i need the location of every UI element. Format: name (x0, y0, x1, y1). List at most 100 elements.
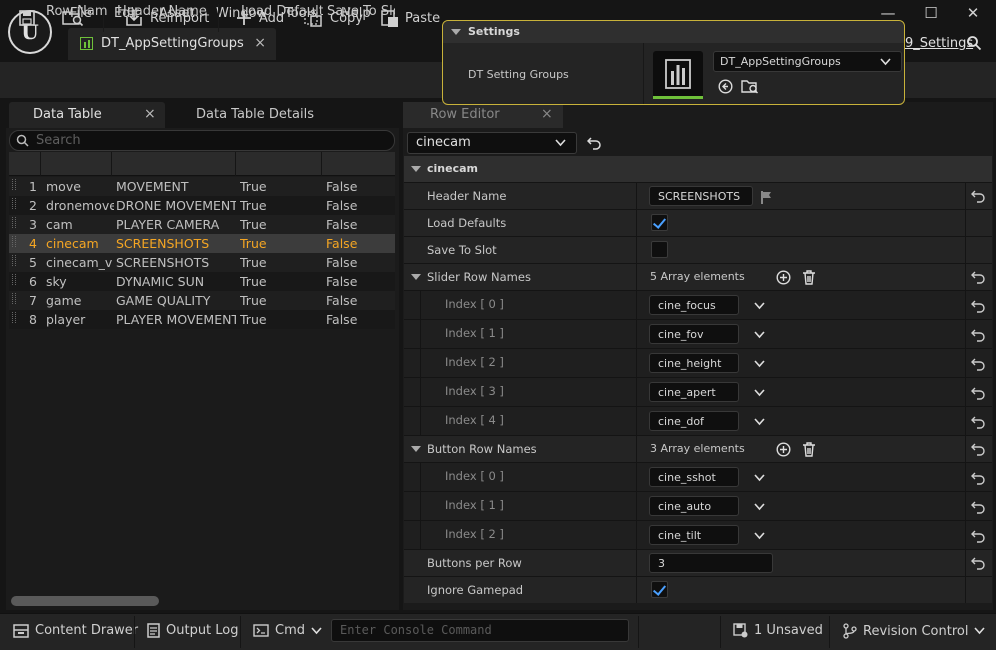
column-header-row-name[interactable]: Row Name (46, 4, 108, 19)
header-name-cell: DRONE MOVEMENT (116, 198, 236, 213)
array-element-input[interactable]: cine_dof (649, 411, 739, 431)
array-element-input[interactable]: cine_height (649, 353, 739, 373)
tab-data-table[interactable]: Data Table × (9, 102, 165, 128)
header-name-cell: GAME QUALITY (116, 293, 211, 308)
settings-header[interactable]: Settings (443, 21, 904, 43)
horizontal-scrollbar[interactable] (11, 596, 159, 606)
reset-icon (971, 271, 985, 284)
column-header-save-to-slot[interactable]: Save To Slo (327, 4, 395, 19)
section-header-cinecam[interactable]: cinecam (404, 156, 992, 182)
collapse-arrow-icon[interactable] (411, 274, 421, 280)
table-row[interactable]: 7 game GAME QUALITY True False (9, 291, 395, 310)
reset-icon[interactable] (971, 471, 985, 485)
table-row[interactable]: 4 cinecam SCREENSHOTS True False (9, 234, 395, 253)
table-row[interactable]: 3 cam PLAYER CAMERA True False (9, 215, 395, 234)
row-select-dropdown[interactable]: cinecam (407, 132, 577, 154)
asset-picker-dropdown[interactable]: DT_AppSettingGroups (713, 51, 902, 72)
paste-label: Paste (405, 10, 441, 26)
column-header-load-defaults[interactable]: Load Defaults (241, 4, 323, 19)
column-divider[interactable] (321, 152, 322, 176)
use-selected-asset-icon[interactable] (718, 79, 733, 94)
terminal-icon (253, 624, 269, 637)
chevron-down-icon[interactable] (754, 532, 765, 540)
console-command-input[interactable]: Enter Console Command (331, 619, 629, 642)
collapse-arrow-icon[interactable] (451, 29, 461, 35)
array-element: Index [ 3 ] cine_apert (404, 377, 992, 406)
array-element-input[interactable]: cine_fov (649, 324, 739, 344)
save-button[interactable] (18, 6, 36, 30)
chevron-down-icon[interactable] (754, 360, 765, 368)
chevron-down-icon[interactable] (754, 302, 765, 310)
maximize-button[interactable]: ☐ (916, 4, 946, 26)
buttons-per-row-input[interactable]: 3 (649, 553, 773, 573)
array-element-input[interactable]: cine_sshot (649, 467, 739, 487)
property-header-name: Header Name SCREENSHOTS (404, 182, 992, 209)
column-divider[interactable] (40, 152, 41, 176)
unsaved-button[interactable]: 1 Unsaved (733, 623, 823, 638)
close-tab-icon[interactable]: × (254, 35, 266, 51)
collapse-arrow-icon[interactable] (411, 446, 421, 452)
chevron-down-icon[interactable] (754, 503, 765, 511)
search-icon[interactable] (966, 35, 982, 51)
table-row[interactable]: 2 dronemove DRONE MOVEMENT True False (9, 196, 395, 215)
reset-icon[interactable] (971, 299, 985, 313)
drag-handle-icon[interactable] (12, 217, 16, 228)
array-element-input[interactable]: cine_apert (649, 382, 739, 402)
array-element-input[interactable]: cine_tilt (649, 525, 739, 545)
drag-handle-icon[interactable] (12, 312, 16, 323)
reset-icon[interactable] (971, 500, 985, 514)
chevron-down-icon[interactable] (754, 474, 765, 482)
header-name-input[interactable]: SCREENSHOTS (649, 186, 753, 206)
revision-control-button[interactable]: Revision Control (843, 623, 986, 639)
array-index-label: Index [ 4 ] (445, 413, 504, 427)
output-log-button[interactable]: Output Log (147, 623, 239, 638)
table-row[interactable]: 6 sky DYNAMIC SUN True False (9, 272, 395, 291)
array-element-input[interactable]: cine_auto (649, 496, 739, 516)
array-element-input[interactable]: cine_focus (649, 295, 739, 315)
row-name-cell: cinecam (46, 236, 99, 251)
reset-icon (971, 190, 985, 203)
close-tab-icon[interactable]: × (144, 106, 156, 122)
save-to-slot-checkbox[interactable] (651, 241, 668, 258)
drag-handle-icon[interactable] (12, 236, 16, 247)
content-drawer-button[interactable]: Content Drawer (13, 623, 138, 638)
row-name-cell: dronemove (46, 198, 114, 213)
close-window-button[interactable]: ✕ (958, 4, 988, 26)
asset-path-link[interactable]: 9_Settings (905, 36, 973, 51)
status-separator (829, 616, 830, 648)
ignore-gamepad-checkbox[interactable] (651, 581, 668, 598)
drag-handle-icon[interactable] (12, 274, 16, 285)
section-title: cinecam (427, 162, 478, 175)
property-slider-row-names: Slider Row Names 5 Array elements (404, 263, 992, 290)
column-header-header-name[interactable]: Header Name (117, 4, 235, 19)
cmd-dropdown[interactable]: Cmd (253, 623, 322, 638)
document-tab-label: DT_AppSettingGroups (101, 36, 244, 51)
reset-icon[interactable] (971, 357, 985, 371)
drag-handle-icon[interactable] (12, 293, 16, 304)
chevron-down-icon[interactable] (754, 331, 765, 339)
tab-data-table-details[interactable]: Data Table Details (196, 107, 314, 122)
search-input[interactable]: Search (9, 130, 395, 151)
tab-row-editor[interactable]: Row Editor × (403, 102, 563, 128)
drag-handle-icon[interactable] (12, 255, 16, 266)
chevron-down-icon[interactable] (754, 389, 765, 397)
table-row[interactable]: 8 player PLAYER MOVEMENT True False (9, 310, 395, 329)
table-row[interactable]: 1 move MOVEMENT True False (9, 177, 395, 196)
collapse-arrow-icon[interactable] (411, 166, 421, 172)
drag-handle-icon[interactable] (12, 179, 16, 190)
load-defaults-checkbox[interactable] (651, 214, 668, 231)
column-divider[interactable] (111, 152, 112, 176)
drag-handle-icon[interactable] (12, 198, 16, 209)
asset-thumbnail[interactable] (653, 51, 703, 99)
reset-icon[interactable] (971, 386, 985, 400)
document-tab[interactable]: DT_AppSettingGroups × (68, 28, 276, 60)
reset-row-icon[interactable] (587, 136, 601, 150)
reset-icon[interactable] (971, 415, 985, 429)
close-tab-icon[interactable]: × (541, 106, 553, 122)
table-row[interactable]: 5 cinecam_v SCREENSHOTS True False (9, 253, 395, 272)
browse-asset-icon[interactable] (741, 79, 759, 94)
column-divider[interactable] (235, 152, 236, 176)
chevron-down-icon[interactable] (754, 418, 765, 426)
reset-icon[interactable] (971, 328, 985, 342)
reset-icon[interactable] (971, 529, 985, 543)
